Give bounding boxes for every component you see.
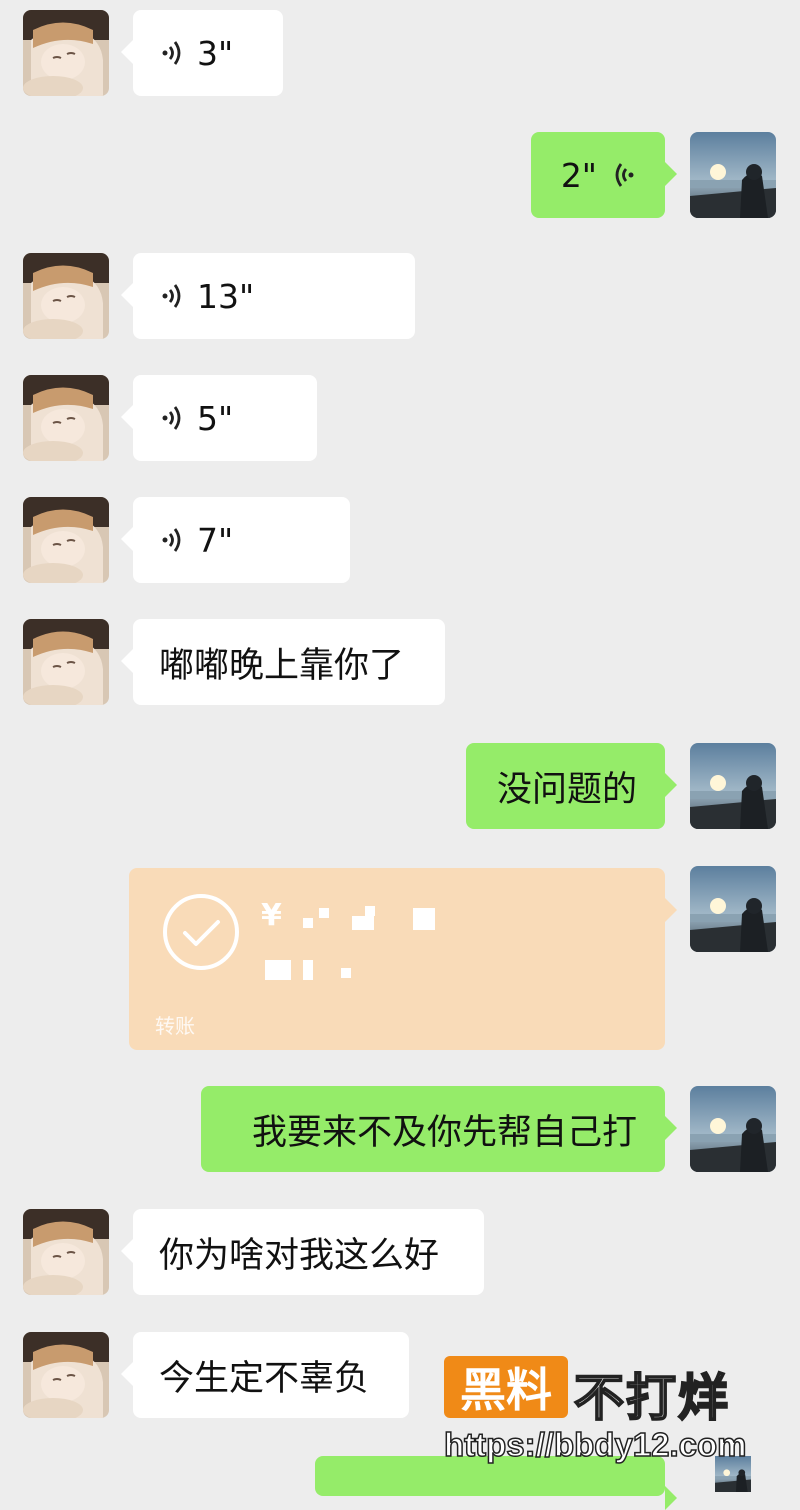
contact-avatar[interactable] [23,619,109,705]
transfer-card[interactable]: ¥ 转账 [129,868,677,1050]
voice-wave-icon [162,41,181,65]
redacted-block [352,916,374,930]
watermark-brand-box: 黑料 [444,1356,568,1418]
transfer-label: 转账 [155,1014,195,1038]
contact-avatar[interactable] [23,10,109,96]
voice-message-bubble[interactable]: 7" [121,497,350,583]
voice-duration: 2" [560,155,597,195]
redacted-block [365,906,375,916]
text-message-bubble[interactable]: 嘟嘟晚上靠你了 [121,619,445,705]
redacted-block [341,968,351,978]
check-circle-icon [163,894,239,970]
voice-duration: 5" [197,398,234,438]
voice-message-bubble[interactable]: 5" [121,375,317,461]
message-text: 我要来不及你先帮自己打 [251,1112,637,1153]
contact-avatar[interactable] [23,253,109,339]
message-text: 嘟嘟晚上靠你了 [159,645,405,686]
voice-duration: 13" [197,276,255,316]
redacted-block [413,908,435,930]
voice-wave-icon [162,284,181,308]
message-text: 今生定不辜负 [159,1358,370,1399]
text-message-bubble[interactable]: 没问题的 [466,743,677,829]
voice-wave-icon [162,406,181,430]
watermark-url: https://bbdy12.com [443,1425,747,1464]
message-text: 没问题的 [496,769,637,810]
redacted-block [265,960,291,980]
text-message-bubble[interactable]: 你为啥对我这么好 [121,1209,484,1295]
voice-wave-icon [615,163,634,187]
redacted-block [303,918,313,928]
my-avatar[interactable] [690,743,776,829]
watermark-brand-text: 不打烊 [573,1368,730,1428]
transfer-amount: ¥ [261,898,282,933]
voice-message-bubble[interactable]: 2" [531,132,677,218]
contact-avatar[interactable] [23,1332,109,1418]
redacted-block [303,960,313,980]
voice-duration: 7" [197,520,234,560]
voice-message-bubble[interactable]: 3" [121,10,283,96]
my-avatar[interactable] [690,1086,776,1172]
contact-avatar[interactable] [23,497,109,583]
my-avatar[interactable] [690,866,776,952]
redacted-block [319,908,329,918]
voice-wave-icon [162,528,181,552]
voice-message-bubble[interactable]: 13" [121,253,415,339]
message-text: 你为啥对我这么好 [159,1235,440,1276]
voice-duration: 3" [197,33,234,73]
my-avatar[interactable] [690,132,776,218]
contact-avatar[interactable] [23,1209,109,1295]
contact-avatar[interactable] [23,375,109,461]
text-message-bubble[interactable]: 我要来不及你先帮自己打 [201,1086,677,1172]
text-message-bubble[interactable]: 今生定不辜负 [121,1332,409,1418]
